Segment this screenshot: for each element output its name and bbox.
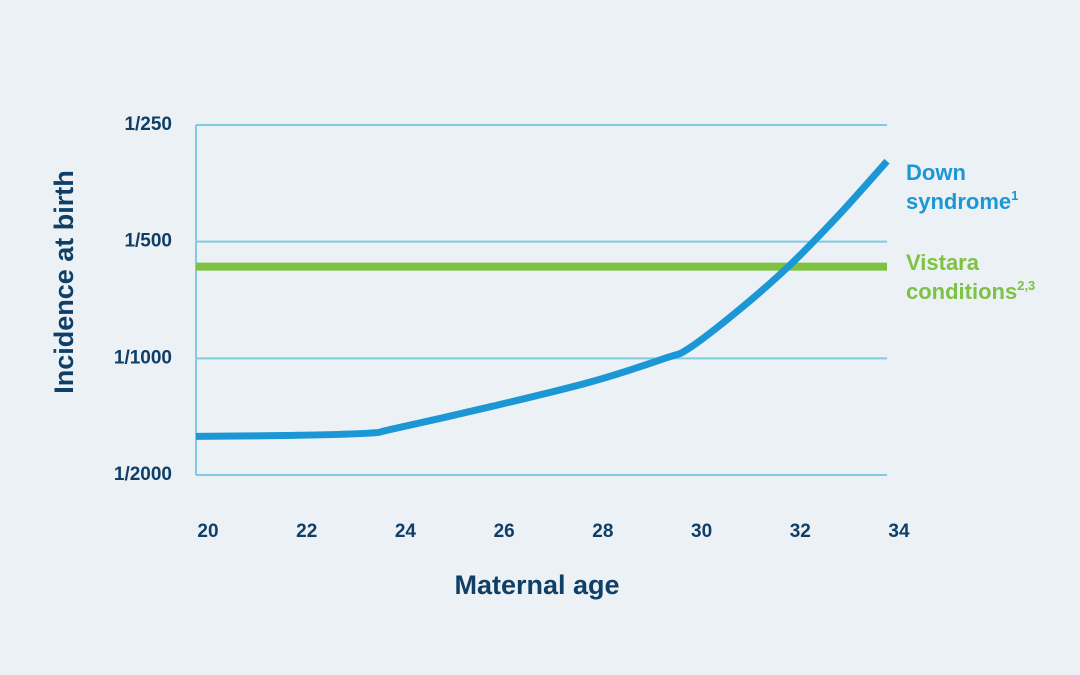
legend-item-vistara-conditions: Vistara conditions2,3 xyxy=(906,250,1035,304)
x-tick-label: 24 xyxy=(395,521,417,542)
x-axis-title: Maternal age xyxy=(454,570,619,600)
chart: 1/2501/5001/10001/2000 20 22 24 26 28 30 32 34 … xyxy=(49,114,1035,600)
x-tick-label: 28 xyxy=(592,521,613,542)
y-tick-label: 1/1000 xyxy=(114,347,172,368)
y-tick-label: 1/250 xyxy=(124,114,172,135)
y-tick-label: 1/2000 xyxy=(114,464,172,485)
series-line-down-syndrome xyxy=(195,158,890,440)
legend-label-line1: Vistara xyxy=(906,250,980,275)
legend-superscript: 2,3 xyxy=(1017,278,1035,293)
x-tick-label: 22 xyxy=(296,521,317,542)
y-tick-labels: 1/250 1/500 1/1000 1/2000 xyxy=(114,114,172,485)
y-axis-title: Incidence at birth xyxy=(49,170,79,394)
legend-label-line1: Down xyxy=(906,160,966,185)
y-tick-label: 1/500 xyxy=(124,231,172,252)
legend-label-line2: syndrome1 xyxy=(906,188,1018,214)
x-tick-label: 30 xyxy=(691,521,712,542)
x-tick-labels: 20 22 24 26 28 30 32 34 xyxy=(197,521,910,542)
legend: Down syndrome1 Vistara conditions2,3 xyxy=(906,160,1035,304)
legend-label-line2: conditions2,3 xyxy=(906,278,1035,304)
x-tick-label: 26 xyxy=(494,521,515,542)
legend-item-down-syndrome: Down syndrome1 xyxy=(906,160,1018,214)
legend-superscript: 1 xyxy=(1011,188,1018,203)
series-lines xyxy=(195,158,890,440)
x-tick-label: 34 xyxy=(888,521,910,542)
x-tick-label: 32 xyxy=(790,521,811,542)
grid xyxy=(195,124,887,476)
x-tick-label: 20 xyxy=(197,521,218,542)
